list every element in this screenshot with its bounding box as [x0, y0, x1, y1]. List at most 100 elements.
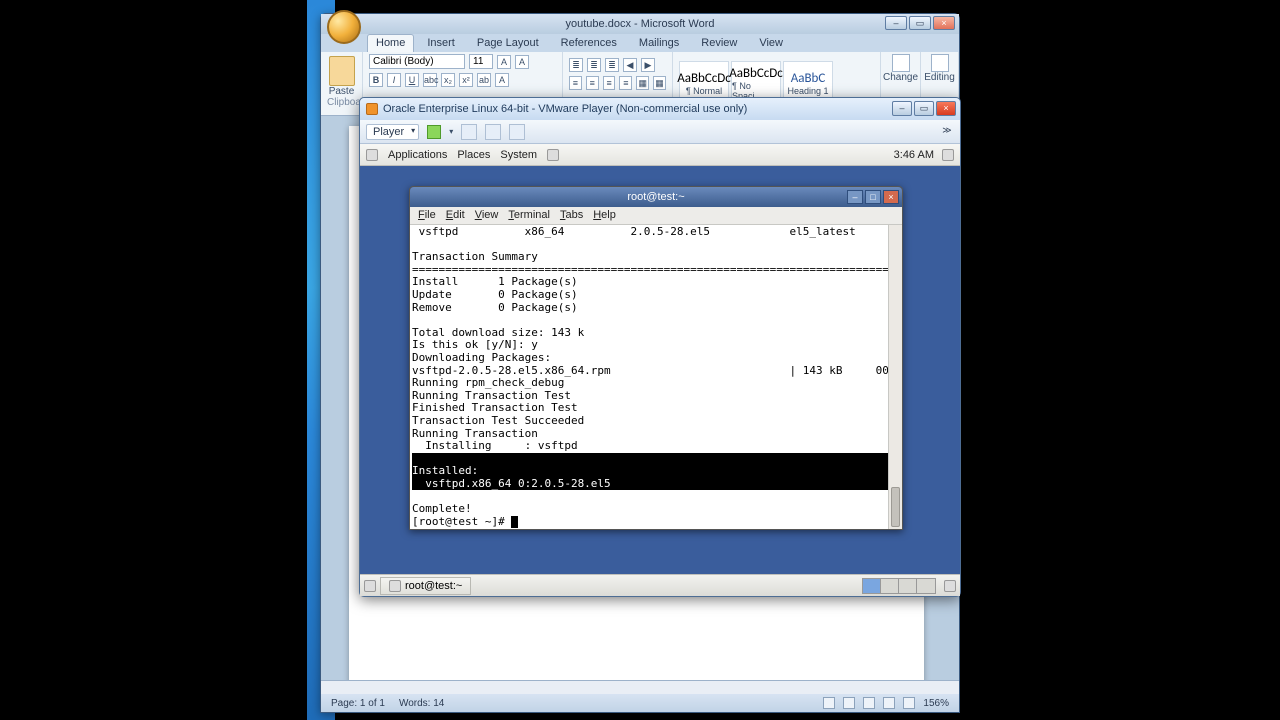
workspace-1[interactable] [863, 579, 881, 593]
menu-places[interactable]: Places [457, 149, 490, 161]
vmware-titlebar[interactable]: Oracle Enterprise Linux 64-bit - VMware … [360, 98, 960, 120]
font-color-button[interactable]: A [495, 73, 509, 87]
grow-font-icon[interactable]: A [497, 55, 511, 69]
guest-desktop[interactable]: Applications Places System 3:46 AM root@… [360, 144, 960, 596]
clock[interactable]: 3:46 AM [894, 149, 934, 161]
view-outline-button[interactable] [883, 697, 895, 709]
terminal-titlebar[interactable]: root@test:~ – □ × [410, 187, 902, 207]
view-printlayout-button[interactable] [823, 697, 835, 709]
menu-applications[interactable]: Applications [388, 149, 447, 161]
show-desktop-icon[interactable] [364, 580, 376, 592]
workspace-3[interactable] [899, 579, 917, 593]
menu-view[interactable]: View [475, 209, 499, 222]
increase-indent-button[interactable]: ▶ [641, 58, 655, 72]
terminal-line: Install 1 Package(s) [412, 275, 578, 288]
borders-button[interactable]: ▦ [653, 76, 666, 90]
workspace-4[interactable] [917, 579, 935, 593]
justify-button[interactable]: ≡ [619, 76, 632, 90]
change-styles-icon[interactable] [892, 54, 910, 72]
scrollbar-thumb[interactable] [891, 487, 900, 527]
menu-edit[interactable]: Edit [446, 209, 465, 222]
player-menu[interactable]: Player [366, 124, 419, 140]
office-orb-button[interactable] [327, 10, 361, 44]
close-button[interactable]: × [933, 16, 955, 30]
bold-button[interactable]: B [369, 73, 383, 87]
highlight-button[interactable]: ab [477, 73, 491, 87]
zoom-level[interactable]: 156% [923, 698, 949, 709]
word-horizontal-scrollbar[interactable] [321, 680, 959, 694]
volume-icon[interactable] [942, 149, 954, 161]
terminal-scrollbar[interactable] [888, 225, 902, 529]
tab-references[interactable]: References [552, 34, 626, 52]
collapse-toolbar-icon[interactable]: ≫ [940, 125, 954, 139]
font-name-select[interactable]: Calibri (Body) [369, 54, 465, 69]
ribbon-tabs: Home Insert Page Layout References Maili… [321, 34, 959, 52]
menu-system[interactable]: System [500, 149, 537, 161]
view-fullscreen-button[interactable] [843, 697, 855, 709]
status-page[interactable]: Page: 1 of 1 [331, 698, 385, 709]
tab-view[interactable]: View [750, 34, 792, 52]
tab-insert[interactable]: Insert [418, 34, 464, 52]
minimize-button[interactable]: – [847, 190, 863, 204]
terminal-highlight: Installed: vsftpd.x86_64 0:2.0.5-28.el5 [412, 453, 900, 491]
gnome-bottom-panel: root@test:~ [360, 574, 960, 596]
superscript-button[interactable]: x² [459, 73, 473, 87]
menu-tabs[interactable]: Tabs [560, 209, 583, 222]
maximize-button[interactable]: ▭ [909, 16, 931, 30]
power-button[interactable] [427, 125, 441, 139]
font-size-select[interactable]: 11 [469, 54, 493, 69]
view-web-button[interactable] [863, 697, 875, 709]
workspace-switcher[interactable] [862, 578, 936, 594]
align-left-button[interactable]: ≡ [569, 76, 582, 90]
italic-button[interactable]: I [387, 73, 401, 87]
trash-icon[interactable] [944, 580, 956, 592]
bullets-button[interactable]: ≣ [569, 58, 583, 72]
menu-terminal[interactable]: Terminal [508, 209, 550, 222]
tab-home[interactable]: Home [367, 34, 414, 52]
numbering-button[interactable]: ≣ [587, 58, 601, 72]
editing-icon[interactable] [931, 54, 949, 72]
terminal-line: Downloading Packages: [412, 351, 551, 364]
shading-button[interactable]: ▦ [636, 76, 649, 90]
clipboard-group-label: Clipboard [327, 97, 356, 108]
align-center-button[interactable]: ≡ [586, 76, 599, 90]
paste-icon[interactable] [329, 56, 355, 86]
terminal-line: Complete! [412, 502, 472, 515]
maximize-button[interactable]: □ [865, 190, 881, 204]
underline-button[interactable]: U [405, 73, 419, 87]
tab-review[interactable]: Review [692, 34, 746, 52]
paste-label: Paste [327, 86, 356, 97]
word-titlebar[interactable]: youtube.docx - Microsoft Word – ▭ × [321, 14, 959, 34]
workspace-2[interactable] [881, 579, 899, 593]
maximize-button[interactable]: ▭ [914, 101, 934, 116]
unity-icon[interactable] [509, 124, 525, 140]
multilevel-button[interactable]: ≣ [605, 58, 619, 72]
fullscreen-icon[interactable] [485, 124, 501, 140]
vmware-window: Oracle Enterprise Linux 64-bit - VMware … [359, 97, 961, 597]
shrink-font-icon[interactable]: A [515, 55, 529, 69]
minimize-button[interactable]: – [892, 101, 912, 116]
minimize-button[interactable]: – [885, 16, 907, 30]
menu-file[interactable]: File [418, 209, 436, 222]
terminal-output[interactable]: vsftpd x86_64 2.0.5-28.el5 el5_latest 14… [410, 225, 902, 529]
editing-label: Editing [924, 72, 955, 83]
close-button[interactable]: × [936, 101, 956, 116]
taskbar-item-terminal[interactable]: root@test:~ [380, 577, 471, 595]
browser-launcher-icon[interactable] [547, 149, 559, 161]
terminal-line: Running Transaction Test [412, 389, 571, 402]
terminal-menubar: File Edit View Terminal Tabs Help [410, 207, 902, 225]
view-draft-button[interactable] [903, 697, 915, 709]
subscript-button[interactable]: x₂ [441, 73, 455, 87]
terminal-line: ========================================… [412, 263, 902, 276]
terminal-line: Transaction Summary [412, 250, 538, 263]
gnome-foot-icon[interactable] [366, 149, 378, 161]
tab-mailings[interactable]: Mailings [630, 34, 688, 52]
close-button[interactable]: × [883, 190, 899, 204]
status-words[interactable]: Words: 14 [399, 698, 444, 709]
align-right-button[interactable]: ≡ [603, 76, 616, 90]
tab-pagelayout[interactable]: Page Layout [468, 34, 548, 52]
decrease-indent-button[interactable]: ◀ [623, 58, 637, 72]
strike-button[interactable]: abc [423, 73, 437, 87]
send-ctrlaltdel-icon[interactable] [461, 124, 477, 140]
menu-help[interactable]: Help [593, 209, 616, 222]
